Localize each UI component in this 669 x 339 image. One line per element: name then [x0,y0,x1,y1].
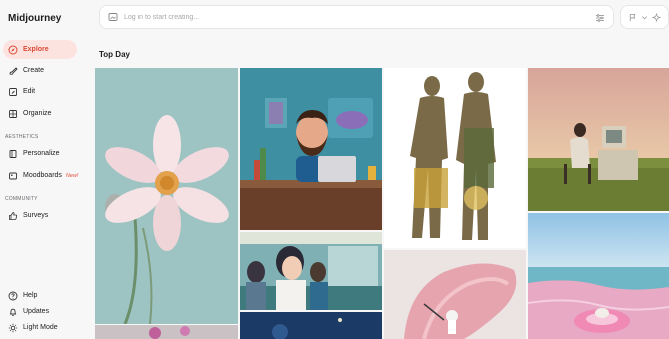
sidebar-item-explore[interactable]: Explore [3,40,77,59]
settings-sliders-icon[interactable] [595,13,605,23]
sidebar-item-label: Updates [23,308,50,315]
brush-icon [8,66,18,76]
sidebar-item-label: Surveys [23,212,49,219]
sidebar-item-label: Create [23,67,45,74]
search-input[interactable] [124,13,584,21]
gallery-image-pink-paint[interactable] [384,250,526,339]
image-prompt-icon[interactable] [108,12,118,22]
compass-icon [8,45,18,55]
gallery-image-pink-sea[interactable] [528,213,669,339]
sidebar-item-edit[interactable]: Edit [3,82,77,101]
sidebar-item-organize[interactable]: Organize [3,104,77,123]
sidebar-item-moodboards[interactable]: Moodboards New! [3,166,87,185]
gallery-image-silhouettes[interactable] [384,68,526,248]
gallery-image-flower[interactable] [95,68,238,324]
sidebar: Midjourney Explore Create Edit Organize … [0,0,88,339]
gallery-image-retro-computer[interactable] [528,68,669,211]
sidebar-item-surveys[interactable]: Surveys [3,206,77,225]
top-right-controls [620,5,669,29]
sidebar-item-label: Help [23,292,38,299]
flag-icon[interactable] [628,13,637,22]
moodboard-icon [8,171,18,181]
sidebar-item-label: Light Mode [23,324,58,331]
sparkle-icon[interactable] [652,12,662,22]
sidebar-item-personalize[interactable]: Personalize [3,144,77,163]
section-title: Top Day [99,50,130,59]
sidebar-item-label: Personalize [23,150,60,157]
gallery-image-pink-flowers[interactable] [95,325,238,339]
gallery-image-cartoon-desk[interactable] [240,68,382,230]
sun-icon [8,323,18,333]
section-label-community: COMMUNITY [5,196,38,202]
sidebar-item-label: Moodboards [23,172,62,179]
book-icon [8,149,18,159]
sidebar-item-label: Edit [23,88,36,95]
sidebar-item-light-mode[interactable]: Light Mode [3,318,77,337]
sidebar-item-create[interactable]: Create [3,61,77,80]
sidebar-item-label: Organize [23,110,52,117]
gallery-image-night-scene[interactable] [240,312,382,339]
logo[interactable]: Midjourney [8,13,61,24]
chevron-down-icon[interactable] [640,13,649,22]
bell-icon [8,307,18,317]
edit-icon [8,87,18,97]
help-icon [8,291,18,301]
search-bar[interactable] [99,5,614,29]
thumbs-up-icon [8,211,18,221]
new-badge: New! [65,172,79,179]
section-label-aesthetics: AESTHETICS [5,134,39,140]
grid-icon [8,109,18,119]
gallery-image-anime-train[interactable] [240,232,382,310]
sidebar-item-label: Explore [23,46,49,53]
